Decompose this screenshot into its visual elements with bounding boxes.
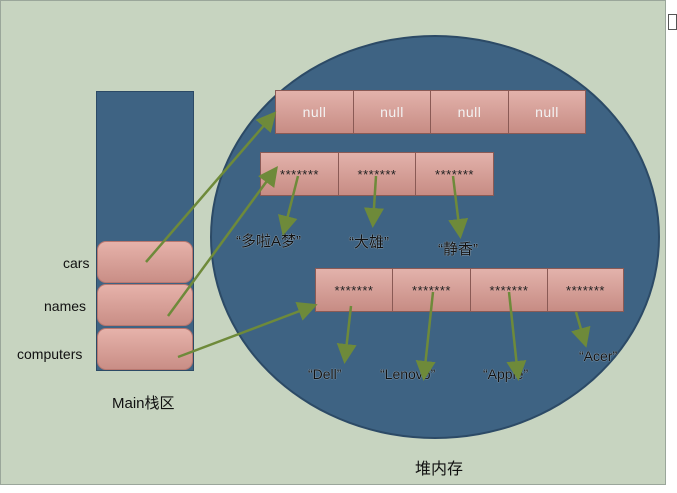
- reference-arrows: [145, 111, 591, 381]
- arrow-computer-1: [415, 291, 436, 381]
- arrow-computer-0: [336, 305, 357, 364]
- arrow-name-0: [278, 175, 300, 236]
- arrow-computers-ref: [177, 301, 318, 359]
- arrow-name-2: [448, 175, 469, 239]
- arrow-computer-3: [571, 311, 591, 348]
- arrow-computer-2: [506, 291, 527, 381]
- arrow-name-1: [363, 175, 384, 228]
- arrow-cars-ref: [145, 111, 277, 263]
- arrow-names-ref: [166, 165, 278, 317]
